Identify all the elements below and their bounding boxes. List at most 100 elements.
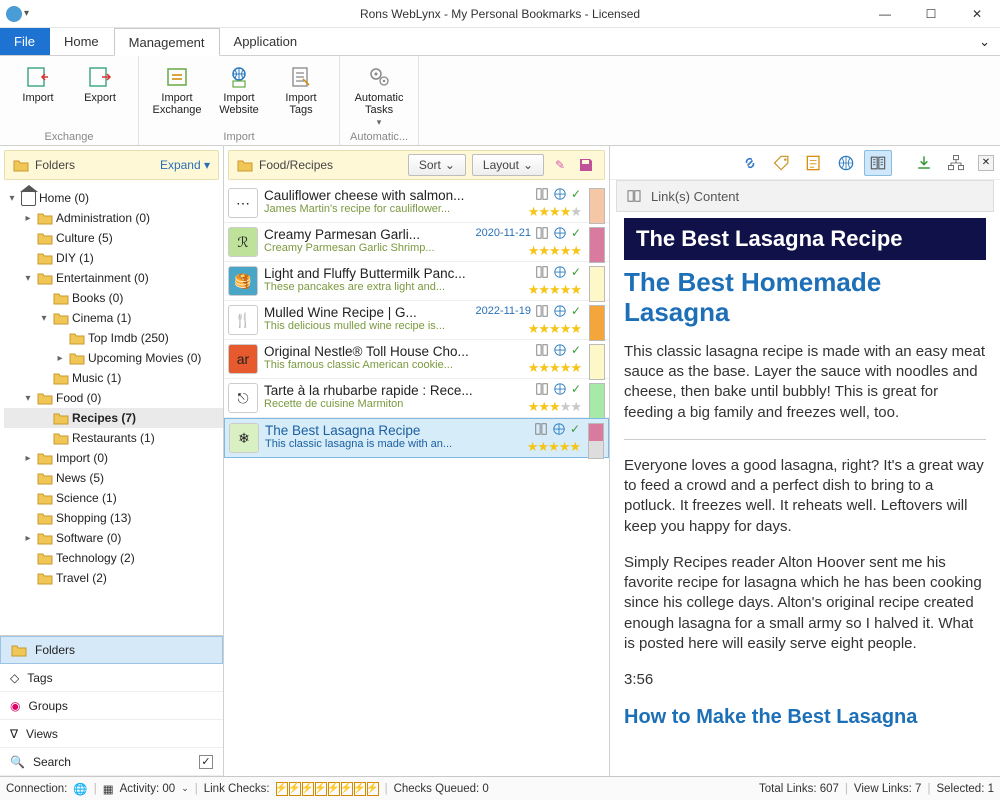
list-item[interactable]: arOriginal Nestle® Toll House Cho...This… xyxy=(224,340,609,379)
wand-icon[interactable]: ✎ xyxy=(550,155,570,175)
tree-twisty[interactable]: ▾ xyxy=(38,313,50,324)
ribbon-export[interactable]: Export xyxy=(72,60,128,104)
tree-label: Books (0) xyxy=(72,291,123,305)
tree-label: Entertainment (0) xyxy=(56,271,149,285)
tree-node[interactable]: Science (1) xyxy=(4,488,223,508)
nav-views[interactable]: ∇Views xyxy=(0,720,223,748)
tree-node[interactable]: Shopping (13) xyxy=(4,508,223,528)
layout-button[interactable]: Layout ⌄ xyxy=(472,154,544,176)
ribbon-import-tags[interactable]: Import Tags xyxy=(273,60,329,116)
list-item[interactable]: ⎋Tarte à la rhubarbe rapide : Rece...Rec… xyxy=(224,379,609,418)
tag-icon[interactable] xyxy=(768,150,796,176)
folder-icon xyxy=(37,511,53,525)
tab-home[interactable]: Home xyxy=(50,28,114,55)
preview-header: Link(s) Content xyxy=(616,180,994,212)
item-meta: ✓ xyxy=(535,382,581,396)
folder-tree[interactable]: ▾Home (0)▸Administration (0)Culture (5)D… xyxy=(0,184,223,635)
preview-panel: ✕ Link(s) Content The Best Lasagna Recip… xyxy=(610,146,1000,776)
list-item[interactable]: ❄The Best Lasagna RecipeThis classic las… xyxy=(224,418,609,458)
ribbon-import-website[interactable]: Import Website xyxy=(211,60,267,116)
link-icon[interactable] xyxy=(736,150,764,176)
tree-node[interactable]: ▸Upcoming Movies (0) xyxy=(4,348,223,368)
tree-node[interactable]: Culture (5) xyxy=(4,228,223,248)
nav-folders[interactable]: Folders xyxy=(0,636,223,664)
item-color-swatch xyxy=(589,188,605,224)
tree-node[interactable]: Restaurants (1) xyxy=(4,428,223,448)
download-icon[interactable] xyxy=(910,150,938,176)
qat-dropdown-icon[interactable]: ▾ xyxy=(24,8,29,19)
item-meta: 2020-11-21✓ xyxy=(475,226,581,240)
tree-node[interactable]: Top Imdb (250) xyxy=(4,328,223,348)
folders-header: Folders Expand ▾ xyxy=(4,150,219,180)
save-icon[interactable] xyxy=(576,155,596,175)
ribbon-collapse-icon[interactable]: ⌄ xyxy=(979,34,990,50)
tree-node[interactable]: ▾Home (0) xyxy=(4,188,223,208)
sitemap-icon[interactable] xyxy=(942,150,970,176)
tree-node[interactable]: ▸Software (0) xyxy=(4,528,223,548)
tree-node[interactable]: ▾Cinema (1) xyxy=(4,308,223,328)
tree-twisty[interactable]: ▾ xyxy=(6,193,18,204)
web-icon[interactable] xyxy=(832,150,860,176)
nav-tags[interactable]: ◇Tags xyxy=(0,664,223,692)
tab-file[interactable]: File xyxy=(0,28,50,55)
search-check-icon[interactable]: ✓ xyxy=(199,755,213,769)
folder-icon xyxy=(37,451,53,465)
tree-node[interactable]: Technology (2) xyxy=(4,548,223,568)
tree-node[interactable]: ▸Import (0) xyxy=(4,448,223,468)
tree-twisty[interactable]: ▾ xyxy=(22,273,34,284)
tab-management[interactable]: Management xyxy=(114,28,220,56)
status-checks-queued: Checks Queued: 0 xyxy=(394,783,489,795)
ribbon-import-exchange-label: Import Exchange xyxy=(149,92,205,116)
item-color-swatch xyxy=(589,305,605,341)
links-list[interactable]: ⋯Cauliflower cheese with salmon...James … xyxy=(224,184,609,776)
tree-node[interactable]: Recipes (7) xyxy=(4,408,223,428)
book-icon xyxy=(535,187,549,201)
folder-icon xyxy=(53,411,69,425)
list-item[interactable]: ℛCreamy Parmesan Garli...Creamy Parmesan… xyxy=(224,223,609,262)
minimize-button[interactable]: — xyxy=(862,0,908,28)
tree-node[interactable]: Music (1) xyxy=(4,368,223,388)
tree-node[interactable]: ▸Administration (0) xyxy=(4,208,223,228)
content-icon[interactable] xyxy=(864,150,892,176)
list-item[interactable]: 🍴Mulled Wine Recipe | G...This delicious… xyxy=(224,301,609,340)
tree-node[interactable]: News (5) xyxy=(4,468,223,488)
tab-application[interactable]: Application xyxy=(220,28,313,55)
nav-views-label: Views xyxy=(26,727,58,741)
maximize-button[interactable]: ☐ xyxy=(908,0,954,28)
tree-node[interactable]: ▾Food (0) xyxy=(4,388,223,408)
chevron-down-icon[interactable]: ⌄ xyxy=(181,783,189,794)
import-tags-icon xyxy=(286,64,316,90)
tree-node[interactable]: ▾ Entertainment (0) xyxy=(4,268,223,288)
tree-node[interactable]: DIY (1) xyxy=(4,248,223,268)
globe-icon: 🌐 xyxy=(73,782,87,796)
close-panel-icon[interactable]: ✕ xyxy=(978,155,994,171)
list-item[interactable]: ⋯Cauliflower cheese with salmon...James … xyxy=(224,184,609,223)
tree-twisty[interactable]: ▸ xyxy=(22,533,34,544)
check-icon: ✓ xyxy=(571,265,581,279)
preview-content[interactable]: The Best Lasagna Recipe The Best Homemad… xyxy=(610,218,1000,776)
tree-twisty[interactable]: ▾ xyxy=(22,393,34,404)
expand-button[interactable]: Expand ▾ xyxy=(160,158,210,172)
item-rating: ★★★★★ xyxy=(528,321,581,337)
item-color-swatch xyxy=(589,383,605,419)
tree-node[interactable]: Travel (2) xyxy=(4,568,223,588)
folder-icon xyxy=(13,158,29,172)
tree-twisty[interactable]: ▸ xyxy=(22,453,34,464)
item-color-swatch xyxy=(589,227,605,263)
folder-icon xyxy=(69,331,85,345)
tree-twisty[interactable]: ▸ xyxy=(54,353,66,364)
item-thumbnail: ⋯ xyxy=(228,188,258,218)
item-thumbnail: ❄ xyxy=(229,423,259,453)
nav-search[interactable]: 🔍Search✓ xyxy=(0,748,223,776)
tree-node[interactable]: Books (0) xyxy=(4,288,223,308)
ribbon-automatic-tasks[interactable]: Automatic Tasks ▾ xyxy=(351,60,407,128)
nav-groups[interactable]: ◉Groups xyxy=(0,692,223,720)
list-item[interactable]: 🥞Light and Fluffy Buttermilk Panc...Thes… xyxy=(224,262,609,301)
tree-twisty[interactable]: ▸ xyxy=(22,213,34,224)
ribbon-import-exchange[interactable]: Import Exchange xyxy=(149,60,205,116)
book-icon xyxy=(535,265,549,279)
sort-button[interactable]: Sort ⌄ xyxy=(408,154,466,176)
notes-icon[interactable] xyxy=(800,150,828,176)
ribbon-import[interactable]: Import xyxy=(10,60,66,104)
close-button[interactable]: ✕ xyxy=(954,0,1000,28)
